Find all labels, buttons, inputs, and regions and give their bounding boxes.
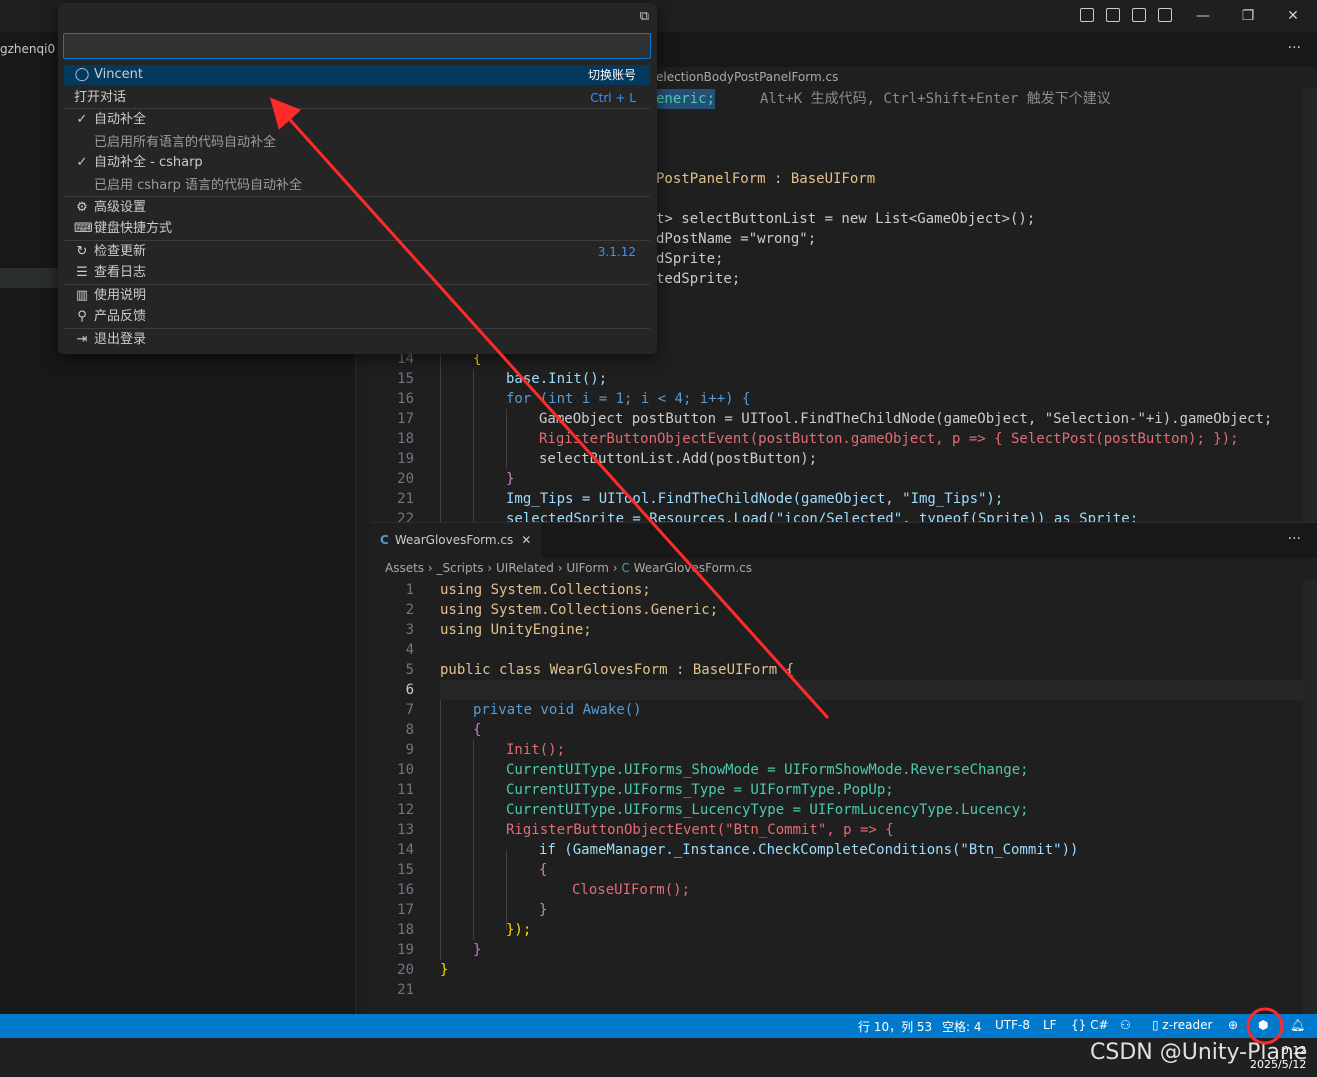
annotation-overlay xyxy=(269,97,1284,1045)
annotation-arrow xyxy=(269,97,830,720)
annotation-circle xyxy=(1246,1007,1284,1045)
